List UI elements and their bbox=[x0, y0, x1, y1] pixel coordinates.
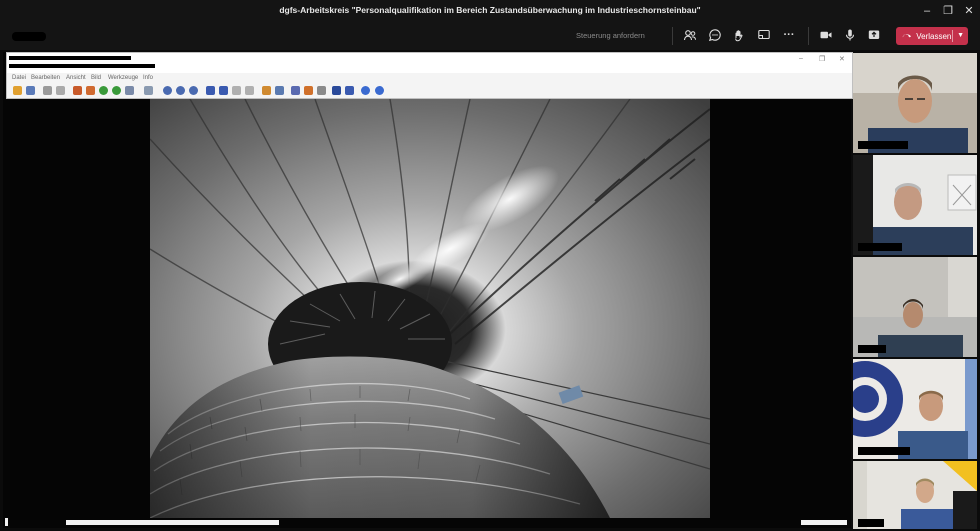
exit-icon[interactable] bbox=[345, 86, 354, 95]
redacted-marker bbox=[5, 518, 8, 526]
title-bar: dgfs-Arbeitskreis "Personalqualifikation… bbox=[0, 0, 980, 22]
help-icon[interactable] bbox=[375, 86, 384, 95]
meeting-toolbar: Steuerung anfordern ··· Verlassen ▼ bbox=[0, 22, 980, 50]
request-control-button[interactable]: Steuerung anfordern bbox=[576, 31, 645, 40]
share-icon[interactable] bbox=[867, 28, 881, 42]
zoom-in-icon[interactable] bbox=[163, 86, 172, 95]
leave-divider bbox=[952, 30, 953, 42]
redacted-status-text bbox=[66, 520, 279, 525]
participant-name-redacted bbox=[858, 141, 908, 149]
shared-screen: – ❐ ✕ Datei Bearbeiten Ansicht Bild Werk… bbox=[3, 52, 853, 528]
maximize-icon[interactable]: ❐ bbox=[939, 2, 957, 20]
image-viewer-window: – ❐ ✕ Datei Bearbeiten Ansicht Bild Werk… bbox=[6, 52, 853, 99]
menu-bearbeiten[interactable]: Bearbeiten bbox=[31, 75, 60, 81]
zoom-out-icon[interactable] bbox=[176, 86, 185, 95]
camera-icon[interactable] bbox=[819, 28, 833, 42]
last-image-icon[interactable] bbox=[245, 86, 254, 95]
scan-icon[interactable] bbox=[332, 86, 341, 95]
teams-meeting-window: dgfs-Arbeitskreis "Personalqualifikation… bbox=[0, 0, 980, 531]
toolbar-divider bbox=[672, 27, 673, 45]
participant-video-tile[interactable] bbox=[853, 461, 977, 529]
reactions-icon[interactable] bbox=[732, 28, 746, 42]
rotate-left-icon[interactable] bbox=[99, 86, 108, 95]
viewer-minimize-icon[interactable]: – bbox=[799, 55, 803, 62]
toolbar-divider bbox=[808, 27, 809, 45]
image-properties-icon[interactable] bbox=[125, 86, 134, 95]
cut-icon[interactable] bbox=[43, 86, 52, 95]
window-title: dgfs-Arbeitskreis "Personalqualifikation… bbox=[279, 5, 701, 15]
viewer-menu-bar: Datei Bearbeiten Ansicht Bild Werkzeuge … bbox=[7, 73, 852, 83]
save-icon[interactable] bbox=[26, 86, 35, 95]
microphone-icon[interactable] bbox=[843, 28, 857, 42]
viewer-close-icon[interactable]: ✕ bbox=[839, 55, 845, 63]
participant-name-redacted bbox=[858, 519, 884, 527]
participant-name-redacted bbox=[858, 447, 910, 455]
rotate-right-icon[interactable] bbox=[112, 86, 121, 95]
histogram-icon[interactable] bbox=[144, 86, 153, 95]
viewer-toolbar bbox=[7, 83, 852, 99]
participant-name-redacted bbox=[858, 345, 886, 353]
chimney-interior-photo bbox=[150, 99, 710, 518]
more-icon[interactable]: ··· bbox=[782, 28, 796, 42]
participant-video-tile[interactable] bbox=[853, 155, 977, 255]
previous-image-icon[interactable] bbox=[206, 86, 215, 95]
first-image-icon[interactable] bbox=[232, 86, 241, 95]
redacted-file-path bbox=[9, 64, 155, 68]
leave-button-label: Verlassen bbox=[916, 32, 952, 41]
participant-video-tile[interactable] bbox=[853, 257, 977, 357]
viewer-maximize-icon[interactable]: ❐ bbox=[819, 55, 825, 63]
leave-button[interactable]: Verlassen ▼ bbox=[896, 27, 968, 45]
paint-icon[interactable] bbox=[304, 86, 313, 95]
redacted-status-text bbox=[801, 520, 847, 525]
participant-name-redacted bbox=[858, 243, 902, 251]
settings-icon[interactable] bbox=[361, 86, 370, 95]
menu-bild[interactable]: Bild bbox=[91, 75, 101, 81]
close-icon[interactable]: ✕ bbox=[960, 2, 978, 20]
hang-up-icon bbox=[902, 27, 914, 45]
effects-icon[interactable] bbox=[275, 86, 284, 95]
thumbnails-icon[interactable] bbox=[73, 86, 82, 95]
edit-icon[interactable] bbox=[262, 86, 271, 95]
print-icon[interactable] bbox=[317, 86, 326, 95]
slideshow-icon[interactable] bbox=[86, 86, 95, 95]
open-folder-icon[interactable] bbox=[13, 86, 22, 95]
redacted-sharer-name bbox=[12, 32, 46, 41]
chevron-down-icon[interactable]: ▼ bbox=[957, 27, 964, 45]
next-image-icon[interactable] bbox=[219, 86, 228, 95]
chat-icon[interactable] bbox=[708, 28, 722, 42]
participant-video-tile[interactable] bbox=[853, 53, 977, 153]
menu-info[interactable]: Info bbox=[143, 75, 153, 81]
participant-video-tile[interactable] bbox=[853, 359, 977, 459]
minimize-icon[interactable]: – bbox=[918, 2, 936, 20]
participants-icon[interactable] bbox=[683, 28, 697, 42]
copy-icon[interactable] bbox=[56, 86, 65, 95]
menu-werkzeuge[interactable]: Werkzeuge bbox=[108, 75, 138, 81]
menu-datei[interactable]: Datei bbox=[12, 75, 26, 81]
share-tray-icon[interactable] bbox=[757, 28, 771, 42]
zoom-fit-icon[interactable] bbox=[189, 86, 198, 95]
menu-ansicht[interactable]: Ansicht bbox=[66, 75, 86, 81]
viewer-title-bar: – ❐ ✕ bbox=[7, 53, 852, 73]
fullscreen-icon[interactable] bbox=[291, 86, 300, 95]
redacted-file-path bbox=[9, 56, 131, 60]
